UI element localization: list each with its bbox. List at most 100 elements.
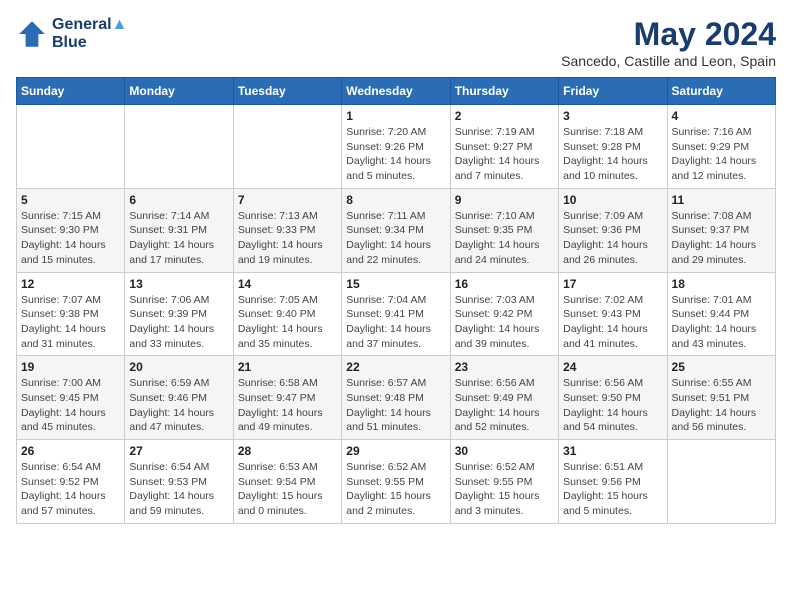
- day-number: 30: [455, 444, 554, 458]
- day-number: 26: [21, 444, 120, 458]
- day-number: 22: [346, 360, 445, 374]
- logo-text: General▲ Blue: [52, 16, 127, 52]
- day-number: 28: [238, 444, 337, 458]
- calendar-cell: 6 Sunrise: 7:14 AM Sunset: 9:31 PM Daylig…: [125, 188, 233, 272]
- day-info: Sunrise: 7:06 AM Sunset: 9:39 PM Dayligh…: [129, 293, 228, 352]
- day-number: 8: [346, 193, 445, 207]
- calendar-cell: 1 Sunrise: 7:20 AM Sunset: 9:26 PM Daylig…: [342, 105, 450, 189]
- day-number: 10: [563, 193, 662, 207]
- calendar-cell: 26 Sunrise: 6:54 AM Sunset: 9:52 PM Dayli…: [17, 440, 125, 524]
- day-info: Sunrise: 7:07 AM Sunset: 9:38 PM Dayligh…: [21, 293, 120, 352]
- day-number: 27: [129, 444, 228, 458]
- subtitle: Sancedo, Castille and Leon, Spain: [561, 53, 776, 69]
- day-number: 24: [563, 360, 662, 374]
- calendar-cell: 16 Sunrise: 7:03 AM Sunset: 9:42 PM Dayli…: [450, 272, 558, 356]
- day-number: 12: [21, 277, 120, 291]
- calendar-cell: [667, 440, 775, 524]
- day-info: Sunrise: 6:58 AM Sunset: 9:47 PM Dayligh…: [238, 376, 337, 435]
- calendar-header-tuesday: Tuesday: [233, 78, 341, 105]
- calendar-cell: 3Sunrise: 7:18 AM Sunset: 9:28 PM Daylig…: [559, 105, 667, 189]
- calendar-header-wednesday: Wednesday: [342, 78, 450, 105]
- calendar-cell: 5 Sunrise: 7:15 AM Sunset: 9:30 PM Daylig…: [17, 188, 125, 272]
- calendar-cell: 30Sunrise: 6:52 AM Sunset: 9:55 PM Dayli…: [450, 440, 558, 524]
- day-info: Sunrise: 6:52 AM Sunset: 9:55 PM Dayligh…: [346, 460, 445, 519]
- day-number: 11: [672, 193, 771, 207]
- calendar-week-5: 26 Sunrise: 6:54 AM Sunset: 9:52 PM Dayli…: [17, 440, 776, 524]
- calendar-cell: 8 Sunrise: 7:11 AM Sunset: 9:34 PM Daylig…: [342, 188, 450, 272]
- day-number: 23: [455, 360, 554, 374]
- calendar-cell: 7 Sunrise: 7:13 AM Sunset: 9:33 PM Daylig…: [233, 188, 341, 272]
- day-info: Sunrise: 7:20 AM Sunset: 9:26 PM Dayligh…: [346, 125, 445, 184]
- day-number: 17: [563, 277, 662, 291]
- day-info: Sunrise: 7:13 AM Sunset: 9:33 PM Dayligh…: [238, 209, 337, 268]
- calendar-cell: [17, 105, 125, 189]
- calendar-cell: [233, 105, 341, 189]
- calendar-cell: 23 Sunrise: 6:56 AM Sunset: 9:49 PM Dayli…: [450, 356, 558, 440]
- logo-icon: [16, 18, 48, 50]
- calendar-week-3: 12 Sunrise: 7:07 AM Sunset: 9:38 PM Dayli…: [17, 272, 776, 356]
- calendar-cell: 29 Sunrise: 6:52 AM Sunset: 9:55 PM Dayli…: [342, 440, 450, 524]
- day-info: Sunrise: 7:01 AM Sunset: 9:44 PM Dayligh…: [672, 293, 771, 352]
- calendar: SundayMondayTuesdayWednesdayThursdayFrid…: [16, 77, 776, 524]
- day-info: Sunrise: 7:02 AM Sunset: 9:43 PM Dayligh…: [563, 293, 662, 352]
- day-number: 1: [346, 109, 445, 123]
- day-info: Sunrise: 7:04 AM Sunset: 9:41 PM Dayligh…: [346, 293, 445, 352]
- day-info: Sunrise: 7:19 AM Sunset: 9:27 PM Dayligh…: [455, 125, 554, 184]
- title-area: May 2024 Sancedo, Castille and Leon, Spa…: [561, 16, 776, 69]
- calendar-header-thursday: Thursday: [450, 78, 558, 105]
- day-number: 15: [346, 277, 445, 291]
- calendar-cell: 25Sunrise: 6:55 AM Sunset: 9:51 PM Dayli…: [667, 356, 775, 440]
- day-number: 14: [238, 277, 337, 291]
- day-info: Sunrise: 6:54 AM Sunset: 9:53 PM Dayligh…: [129, 460, 228, 519]
- calendar-cell: 17 Sunrise: 7:02 AM Sunset: 9:43 PM Dayli…: [559, 272, 667, 356]
- calendar-week-1: 1 Sunrise: 7:20 AM Sunset: 9:26 PM Daylig…: [17, 105, 776, 189]
- day-info: Sunrise: 7:16 AM Sunset: 9:29 PM Dayligh…: [672, 125, 771, 184]
- logo: General▲ Blue: [16, 16, 127, 52]
- day-info: Sunrise: 6:53 AM Sunset: 9:54 PM Dayligh…: [238, 460, 337, 519]
- day-number: 21: [238, 360, 337, 374]
- calendar-cell: 19Sunrise: 7:00 AM Sunset: 9:45 PM Dayli…: [17, 356, 125, 440]
- day-info: Sunrise: 7:08 AM Sunset: 9:37 PM Dayligh…: [672, 209, 771, 268]
- day-number: 18: [672, 277, 771, 291]
- day-info: Sunrise: 7:05 AM Sunset: 9:40 PM Dayligh…: [238, 293, 337, 352]
- day-number: 9: [455, 193, 554, 207]
- day-number: 7: [238, 193, 337, 207]
- day-info: Sunrise: 7:15 AM Sunset: 9:30 PM Dayligh…: [21, 209, 120, 268]
- day-info: Sunrise: 7:18 AM Sunset: 9:28 PM Dayligh…: [563, 125, 662, 184]
- day-number: 13: [129, 277, 228, 291]
- day-info: Sunrise: 7:10 AM Sunset: 9:35 PM Dayligh…: [455, 209, 554, 268]
- day-info: Sunrise: 6:56 AM Sunset: 9:50 PM Dayligh…: [563, 376, 662, 435]
- calendar-cell: 24 Sunrise: 6:56 AM Sunset: 9:50 PM Dayli…: [559, 356, 667, 440]
- calendar-cell: 14 Sunrise: 7:05 AM Sunset: 9:40 PM Dayli…: [233, 272, 341, 356]
- main-title: May 2024: [561, 16, 776, 53]
- calendar-cell: 9 Sunrise: 7:10 AM Sunset: 9:35 PM Daylig…: [450, 188, 558, 272]
- calendar-cell: 31Sunrise: 6:51 AM Sunset: 9:56 PM Dayli…: [559, 440, 667, 524]
- calendar-cell: 12 Sunrise: 7:07 AM Sunset: 9:38 PM Dayli…: [17, 272, 125, 356]
- day-number: 6: [129, 193, 228, 207]
- calendar-cell: 10 Sunrise: 7:09 AM Sunset: 9:36 PM Dayli…: [559, 188, 667, 272]
- calendar-header-friday: Friday: [559, 78, 667, 105]
- calendar-header-row: SundayMondayTuesdayWednesdayThursdayFrid…: [17, 78, 776, 105]
- day-info: Sunrise: 6:54 AM Sunset: 9:52 PM Dayligh…: [21, 460, 120, 519]
- calendar-cell: 13 Sunrise: 7:06 AM Sunset: 9:39 PM Dayli…: [125, 272, 233, 356]
- calendar-cell: 27 Sunrise: 6:54 AM Sunset: 9:53 PM Dayli…: [125, 440, 233, 524]
- day-info: Sunrise: 7:14 AM Sunset: 9:31 PM Dayligh…: [129, 209, 228, 268]
- day-number: 20: [129, 360, 228, 374]
- calendar-header-sunday: Sunday: [17, 78, 125, 105]
- calendar-header-saturday: Saturday: [667, 78, 775, 105]
- day-number: 5: [21, 193, 120, 207]
- day-number: 16: [455, 277, 554, 291]
- day-info: Sunrise: 7:11 AM Sunset: 9:34 PM Dayligh…: [346, 209, 445, 268]
- day-number: 29: [346, 444, 445, 458]
- day-info: Sunrise: 6:57 AM Sunset: 9:48 PM Dayligh…: [346, 376, 445, 435]
- header: General▲ Blue May 2024 Sancedo, Castille…: [16, 16, 776, 69]
- day-info: Sunrise: 7:03 AM Sunset: 9:42 PM Dayligh…: [455, 293, 554, 352]
- day-info: Sunrise: 6:56 AM Sunset: 9:49 PM Dayligh…: [455, 376, 554, 435]
- day-info: Sunrise: 7:00 AM Sunset: 9:45 PM Dayligh…: [21, 376, 120, 435]
- day-info: Sunrise: 7:09 AM Sunset: 9:36 PM Dayligh…: [563, 209, 662, 268]
- calendar-cell: 28 Sunrise: 6:53 AM Sunset: 9:54 PM Dayli…: [233, 440, 341, 524]
- calendar-week-2: 5 Sunrise: 7:15 AM Sunset: 9:30 PM Daylig…: [17, 188, 776, 272]
- calendar-cell: 22 Sunrise: 6:57 AM Sunset: 9:48 PM Dayli…: [342, 356, 450, 440]
- day-number: 25: [672, 360, 771, 374]
- calendar-cell: 21 Sunrise: 6:58 AM Sunset: 9:47 PM Dayli…: [233, 356, 341, 440]
